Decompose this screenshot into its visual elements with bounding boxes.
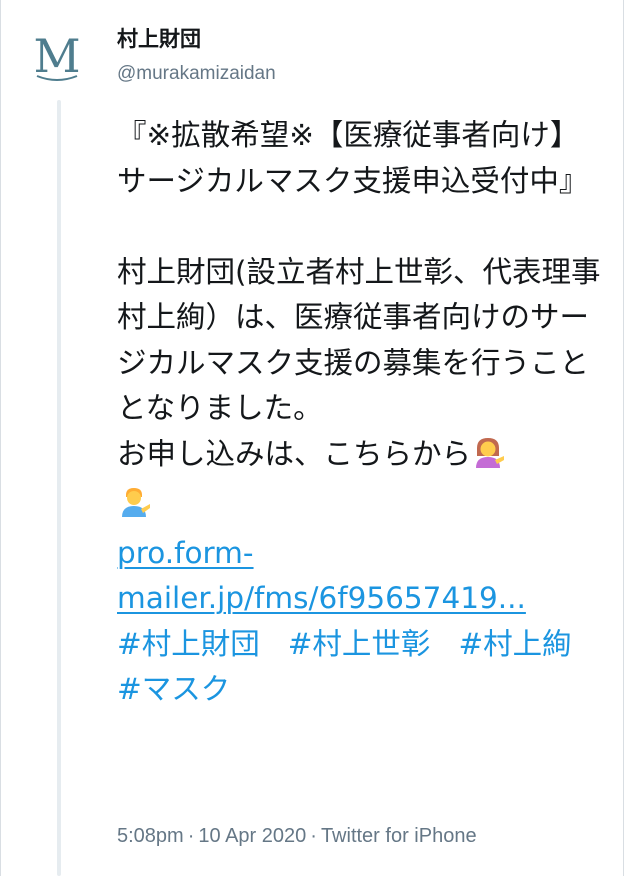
tweet-meta: 5:08pm · 10 Apr 2020 · Twitter for iPhone (117, 821, 477, 851)
form-link-line-2[interactable]: mailer.jp/fms/6f95657419... (117, 576, 603, 622)
hashtag-murakami-aya[interactable]: #村上絢 (458, 627, 571, 661)
tweet-time[interactable]: 5:08pm (117, 825, 184, 847)
cta-text: お申し込みは、こちらから (117, 436, 472, 471)
hashtag-murakami-yoshiaki[interactable]: #村上世彰 (288, 627, 431, 661)
tweet-source[interactable]: Twitter for iPhone (321, 825, 477, 847)
man-tipping-hand-icon (117, 483, 151, 531)
tweet-cta: お申し込みは、こちらから (117, 432, 603, 482)
avatar[interactable]: M (27, 26, 87, 86)
tweet-date[interactable]: 10 Apr 2020 (198, 825, 306, 847)
tweet-text: 『※拡散希望※【医療従事者向け】サージカルマスク支援申込受付中』 村上財団(設立… (117, 113, 603, 713)
hashtag-mask[interactable]: #マスク (117, 672, 230, 706)
tweet-card: M 村上財団 @murakamizaidan 『※拡散希望※【医療従事者向け】サ… (0, 0, 624, 876)
tweet-paragraph: 村上財団(設立者村上世彰、代表理事村上絢）は、医療従事者向けのサージカルマスク支… (117, 254, 601, 426)
separator: · (187, 825, 195, 847)
tweet-title: 『※拡散希望※【医療従事者向け】サージカルマスク支援申込受付中』 (117, 118, 589, 198)
display-name[interactable]: 村上財団 (117, 24, 201, 54)
woman-tipping-hand-icon (471, 434, 505, 482)
svg-text:M: M (33, 29, 80, 83)
thread-line (57, 100, 61, 876)
form-link-line-1[interactable]: pro.form- (117, 531, 603, 577)
emoji-line (117, 481, 603, 531)
separator: · (310, 825, 317, 847)
hashtag-murakami-zaidan[interactable]: #村上財団 (117, 627, 260, 661)
foundation-logo-icon: M (33, 29, 80, 83)
user-handle[interactable]: @murakamizaidan (117, 60, 276, 88)
hashtags: #村上財団 #村上世彰 #村上絢 #マスク (117, 622, 603, 713)
